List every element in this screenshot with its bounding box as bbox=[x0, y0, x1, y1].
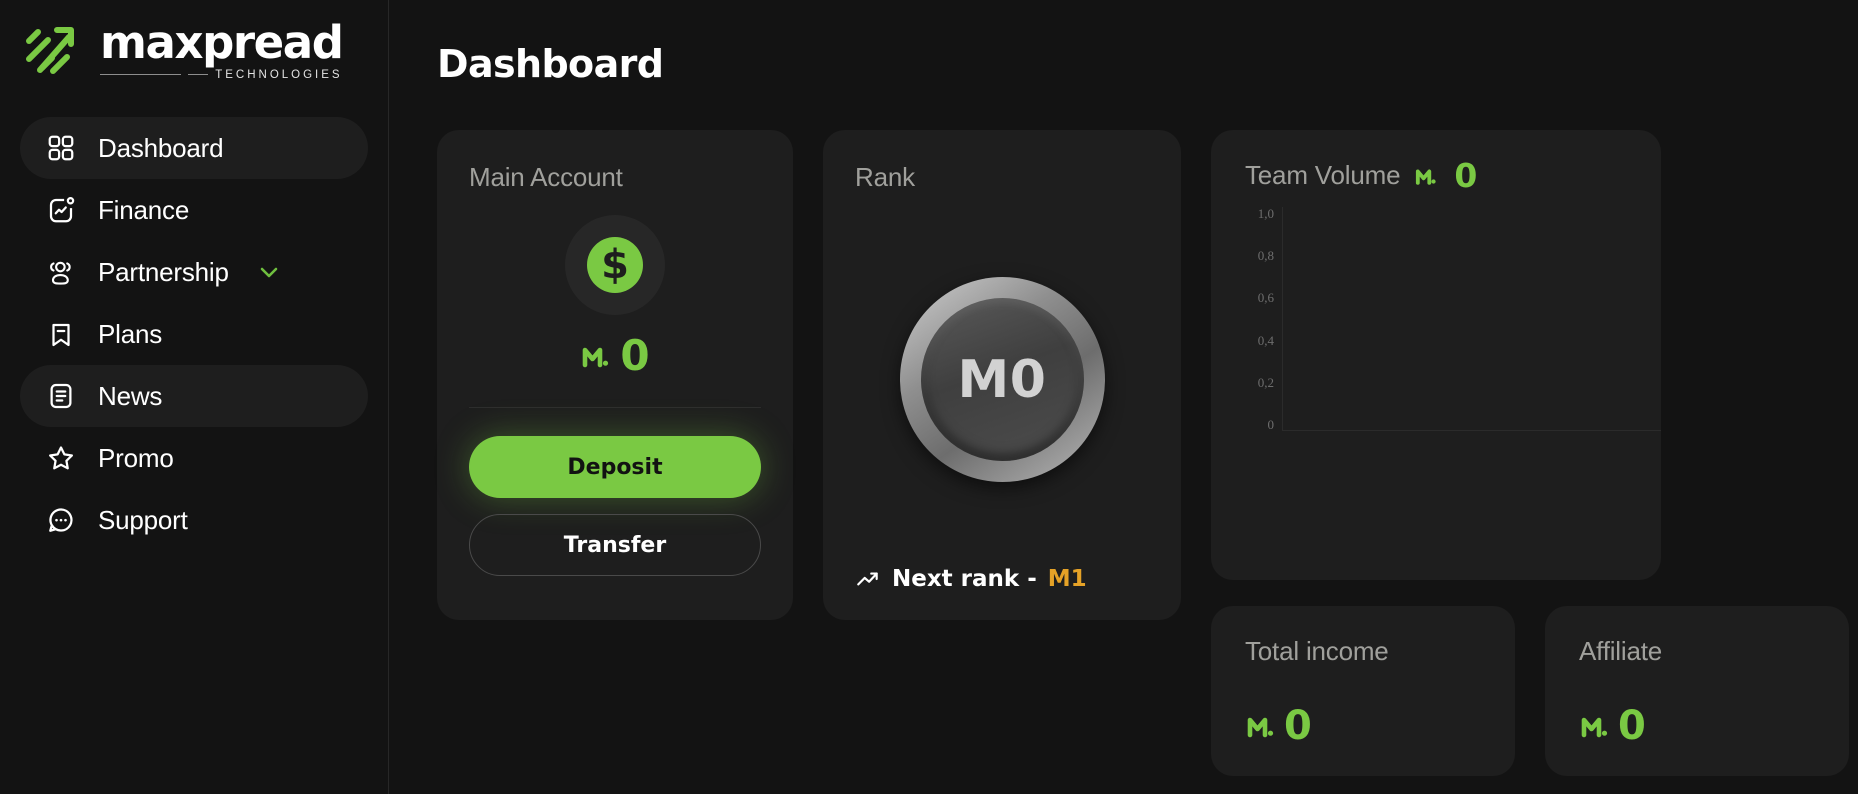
dollar-sign-glyph: $ bbox=[587, 237, 643, 293]
y-tick: 0,4 bbox=[1257, 332, 1274, 348]
dashboard-grid: Main Account $ 0 Deposit Transfer Rank M… bbox=[437, 130, 1858, 776]
sidebar-item-label: News bbox=[98, 380, 163, 411]
sidebar-item-promo[interactable]: Promo bbox=[20, 427, 368, 489]
y-tick: 0,6 bbox=[1257, 290, 1274, 306]
diagonal-stripes-arrow-logo-icon bbox=[22, 21, 82, 79]
affiliate-label: Affiliate bbox=[1579, 636, 1662, 666]
sidebar-item-plans[interactable]: Plans bbox=[20, 303, 368, 365]
total-income-amount: 0 bbox=[1284, 703, 1312, 749]
team-volume-plot: 1,0 0,8 0,6 0,4 0,2 0 bbox=[1245, 207, 1661, 431]
next-rank-row: Next rank - M1 bbox=[855, 566, 1149, 592]
main-account-amount: 0 bbox=[620, 331, 650, 380]
next-rank-value: M1 bbox=[1047, 566, 1087, 592]
sidebar-item-label: Finance bbox=[98, 194, 190, 225]
brand-tagline: TECHNOLOGIES bbox=[215, 68, 343, 81]
users-icon bbox=[46, 257, 76, 287]
sidebar-item-label: Dashboard bbox=[98, 132, 224, 163]
main-content: Dashboard Main Account $ 0 Deposit Trans… bbox=[389, 0, 1858, 794]
logo-rule-left bbox=[100, 74, 182, 75]
y-tick: 0,2 bbox=[1257, 374, 1274, 390]
trending-up-icon bbox=[855, 566, 881, 592]
currency-symbol-icon bbox=[1245, 709, 1279, 743]
star-icon bbox=[46, 443, 76, 473]
document-lines-icon bbox=[46, 381, 76, 411]
main-account-title: Main Account bbox=[469, 162, 623, 192]
brand-logo[interactable]: maxpread TECHNOLOGIES bbox=[0, 0, 388, 84]
total-income-label: Total income bbox=[1245, 636, 1389, 666]
affiliate-amount: 0 bbox=[1618, 703, 1646, 749]
chevron-down-icon[interactable] bbox=[257, 260, 281, 284]
sidebar-item-support[interactable]: Support bbox=[20, 489, 368, 551]
y-tick: 0 bbox=[1267, 416, 1275, 432]
grid-icon bbox=[46, 133, 76, 163]
transfer-button[interactable]: Transfer bbox=[469, 514, 761, 576]
main-account-balance: 0 bbox=[469, 335, 761, 377]
y-tick: 0,8 bbox=[1257, 248, 1274, 264]
right-column: Team Volume 0 1,0 0,8 0,6 0,4 0,2 0 Tota… bbox=[1211, 130, 1849, 776]
team-volume-header: Team Volume 0 bbox=[1245, 156, 1661, 195]
team-volume-value: 0 bbox=[1454, 156, 1478, 195]
currency-symbol-icon bbox=[580, 339, 614, 373]
rank-title: Rank bbox=[855, 162, 915, 192]
y-tick: 1,0 bbox=[1257, 206, 1274, 221]
team-volume-title: Team Volume bbox=[1245, 160, 1401, 190]
bookmark-minus-icon bbox=[46, 319, 76, 349]
page-title: Dashboard bbox=[437, 42, 664, 86]
sidebar-item-news[interactable]: News bbox=[20, 365, 368, 427]
affiliate-value-row: 0 bbox=[1579, 706, 1815, 746]
medal-inner-disc: M0 bbox=[920, 298, 1084, 461]
rank-medal: M0 bbox=[855, 193, 1149, 566]
app-root: maxpread TECHNOLOGIES Dashboard Finance … bbox=[0, 0, 1858, 794]
sidebar: maxpread TECHNOLOGIES Dashboard Finance … bbox=[0, 0, 389, 794]
medal-outer-ring: M0 bbox=[899, 277, 1105, 482]
stats-row: Total income 0 Affiliate 0 bbox=[1211, 606, 1849, 776]
total-income-value-row: 0 bbox=[1245, 706, 1481, 746]
sidebar-item-partnership[interactable]: Partnership bbox=[20, 241, 368, 303]
dollar-coin-icon: $ bbox=[565, 215, 665, 315]
sidebar-item-label: Support bbox=[98, 504, 188, 535]
team-volume-card: Team Volume 0 1,0 0,8 0,6 0,4 0,2 0 bbox=[1211, 130, 1661, 580]
next-rank-label: Next rank - bbox=[892, 566, 1037, 592]
chart-plot-area bbox=[1283, 207, 1661, 431]
brand-name: maxpread bbox=[100, 15, 344, 69]
rank-card: Rank M0 Next rank - M1 bbox=[823, 130, 1181, 620]
sidebar-item-finance[interactable]: Finance bbox=[20, 179, 368, 241]
card-divider bbox=[469, 407, 761, 408]
sidebar-item-label: Promo bbox=[98, 442, 174, 473]
main-account-card: Main Account $ 0 Deposit Transfer bbox=[437, 130, 793, 620]
currency-symbol-icon bbox=[1579, 709, 1613, 743]
affiliate-card: Affiliate 0 bbox=[1545, 606, 1849, 776]
chart-y-axis: 1,0 0,8 0,6 0,4 0,2 0 bbox=[1245, 207, 1283, 431]
currency-symbol-icon bbox=[1414, 163, 1440, 189]
logo-rule-right bbox=[188, 74, 209, 75]
rank-value: M0 bbox=[957, 349, 1047, 410]
sidebar-item-label: Partnership bbox=[98, 256, 229, 287]
total-income-card: Total income 0 bbox=[1211, 606, 1515, 776]
sidebar-nav: Dashboard Finance Partnership Plans News… bbox=[0, 117, 388, 551]
deposit-button[interactable]: Deposit bbox=[469, 436, 761, 498]
chart-box-icon bbox=[46, 195, 76, 225]
sidebar-item-label: Plans bbox=[98, 318, 163, 349]
chat-dots-icon bbox=[46, 505, 76, 535]
sidebar-item-dashboard[interactable]: Dashboard bbox=[20, 117, 368, 179]
